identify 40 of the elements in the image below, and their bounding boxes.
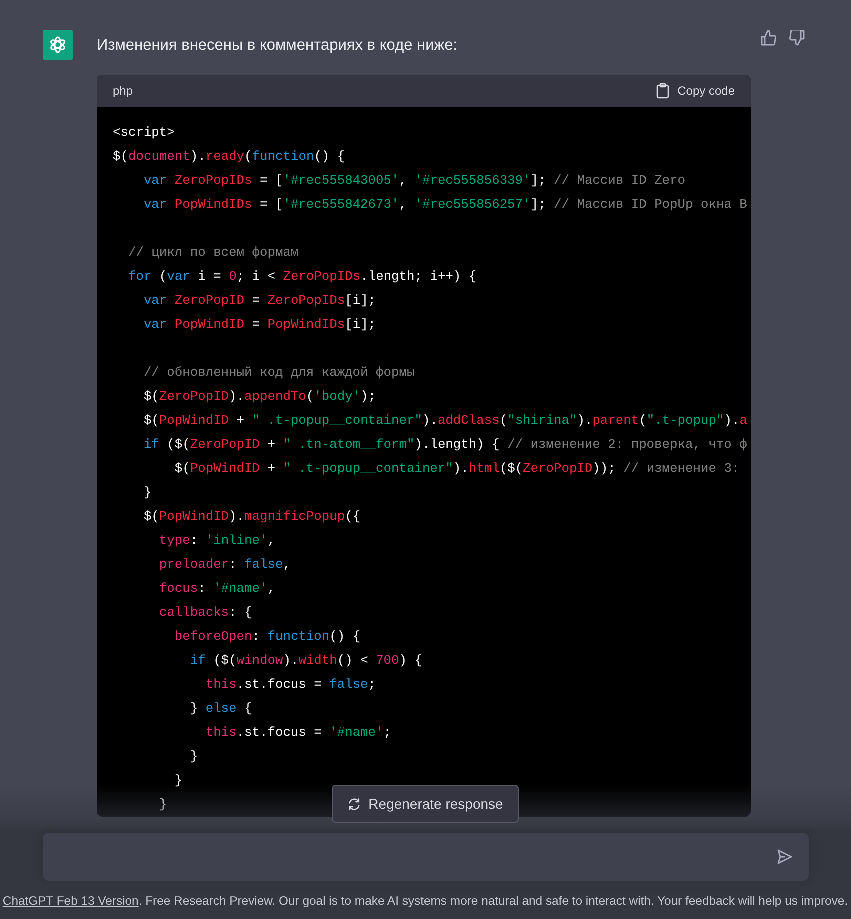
code-line: $(PopWindID + " .t-popup__container").addClass("shirina").parent(".t-popup").a	[142, 412, 748, 430]
code-line: this.st.focus = '#name';	[204, 724, 392, 742]
code-line: var ZeroPopID = ZeroPopIDs[i];	[142, 292, 376, 310]
code-line: preloader: false,	[158, 556, 291, 574]
refresh-icon	[348, 798, 361, 810]
code-line: for (var i = 0; i < ZeroPopIDs.length; i++) {	[127, 268, 477, 286]
thumbs-up-icon[interactable]	[761, 30, 777, 46]
code-line: type: 'inline',	[158, 532, 276, 550]
code-line: } else {	[189, 700, 252, 718]
code-line: if ($(ZeroPopID + " .tn-atom__form").length) { // изменение 2: проверка, что ф	[142, 436, 748, 454]
code-line: $(document).ready(function() {	[113, 148, 346, 166]
code-line: <script>	[113, 124, 175, 142]
code-line: beforeOpen: function() {	[174, 628, 361, 646]
code-line: var PopWindIDs = ['#rec555842673', '#rec555856257']; // Массив ID PopUp окна B	[142, 196, 748, 214]
code-line: $(PopWindID + " .t-popup__container").html($(ZeroPopID)); // изменение 3:	[174, 460, 740, 478]
copy-code-button[interactable]: Copy code	[656, 83, 735, 99]
code-line: var ZeroPopIDs = ['#rec555843005', '#rec555856339']; // Массив ID Zero	[142, 172, 686, 190]
regenerate-response-button[interactable]: Regenerate response	[332, 785, 520, 823]
code-line: if ($(window).width() < 700) {	[189, 652, 422, 670]
send-icon[interactable]	[776, 849, 792, 865]
code-line: // цикл по всем формам	[127, 244, 299, 262]
code-line: }	[158, 796, 168, 814]
code-line: }	[174, 772, 183, 790]
language-label: php	[113, 84, 134, 98]
code-line: callbacks: {	[158, 604, 252, 622]
assistant-avatar-icon	[43, 30, 73, 60]
code-line: focus: '#name',	[158, 580, 276, 598]
thumbs-down-icon[interactable]	[789, 30, 805, 46]
footer-notice: ChatGPT Feb 13 Version. Free Research Preview. Our goal is to make AI systems more natural and safe to interact with. Your feedback will help us improve.	[2, 894, 848, 908]
code-line: this.st.focus = false;	[204, 676, 376, 694]
code-line: $(ZeroPopID).appendTo('body');	[142, 388, 376, 406]
code-line: // обновленный код для каждой формы	[142, 364, 415, 382]
clipboard-icon	[656, 83, 670, 99]
assistant-message: Изменения внесены в комментариях в коде ниже:	[97, 37, 458, 55]
code-line: }	[189, 748, 198, 766]
code-line: }	[142, 484, 152, 502]
code-line: var PopWindID = PopWindIDs[i];	[142, 316, 376, 334]
message-input-field[interactable]	[42, 833, 808, 881]
code-line: $(PopWindID).magnificPopup({	[142, 508, 361, 526]
version-link[interactable]: ChatGPT Feb 13 Version	[2, 894, 139, 908]
